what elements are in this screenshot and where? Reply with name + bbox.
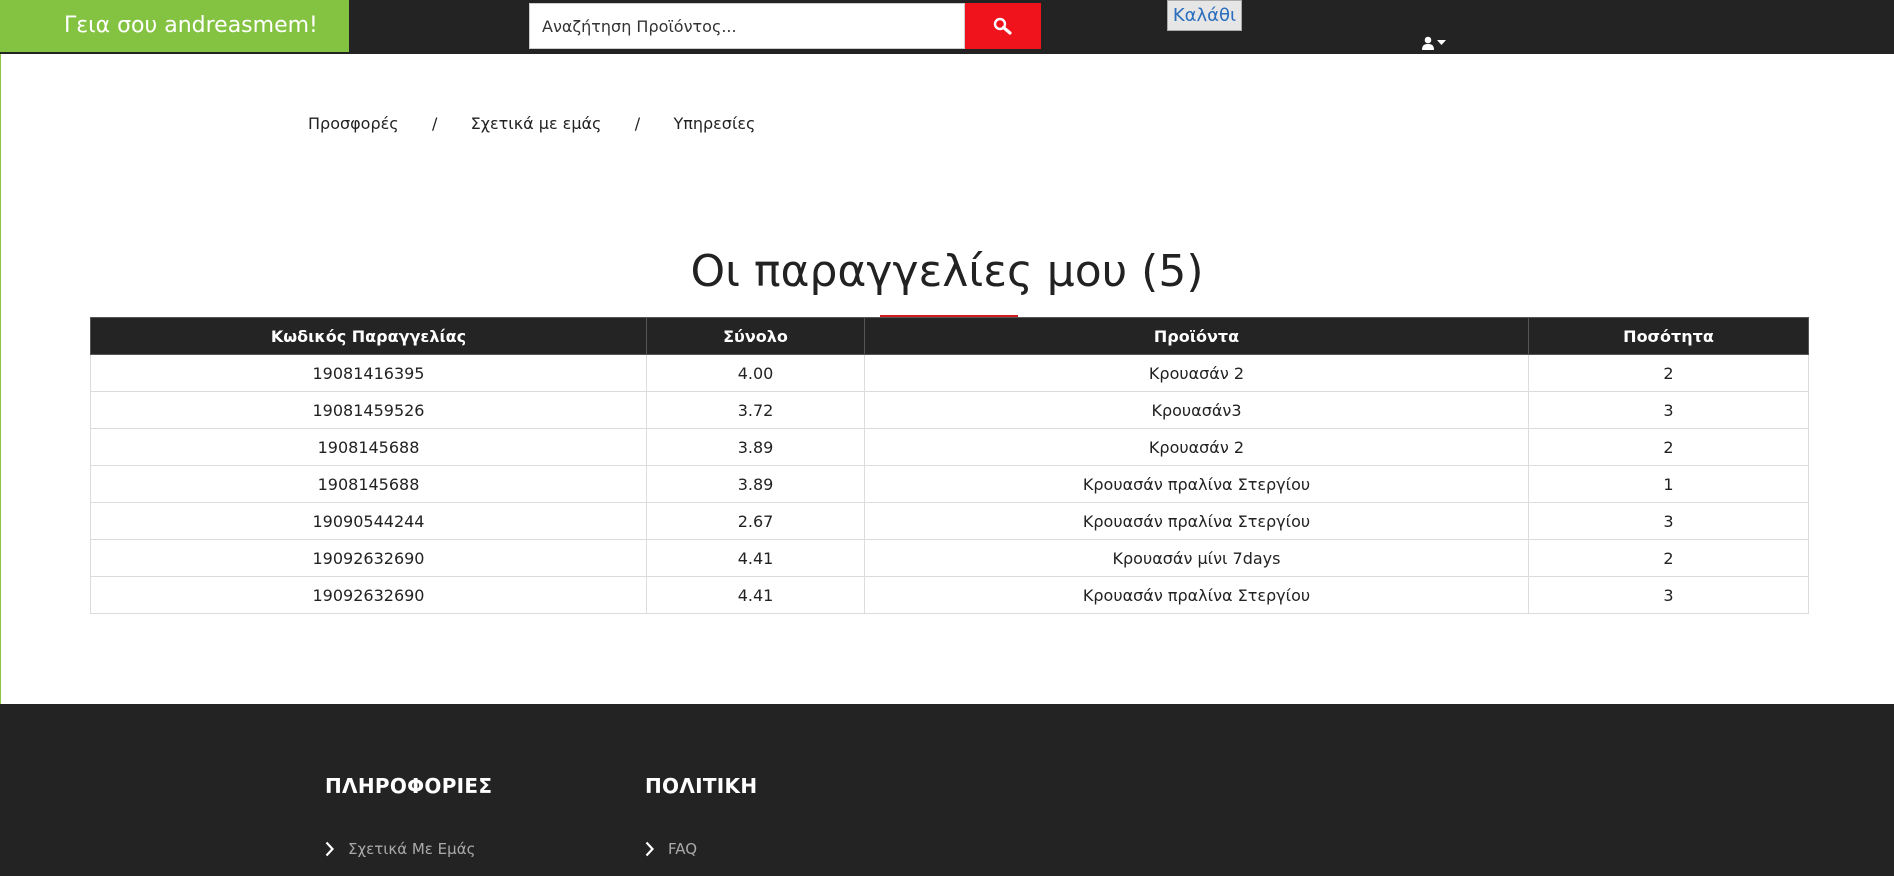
footer-policy-heading: ΠΟΛΙΤΙΚΗ [645,774,758,798]
cart-button[interactable]: Καλάθι [1167,0,1242,31]
user-menu[interactable] [1421,33,1446,53]
table-row: 19092632690 4.41 Κρουασάν μίνι 7days 2 [90,539,1809,577]
top-bar: Γεια σου andreasmem! Καλάθι [0,0,1894,54]
quantity-cell: 2 [1528,539,1809,577]
table-row: 19090544244 2.67 Κρουασάν πραλίνα Στεργί… [90,502,1809,540]
quantity-cell: 2 [1528,428,1809,466]
footer-policy-column: ΠΟΛΙΤΙΚΗ FAQ [645,774,758,858]
total-cell: 3.72 [646,391,865,429]
footer-link-label: FAQ [668,840,698,858]
user-icon [1422,36,1434,50]
total-cell: 3.89 [646,428,865,466]
order-code-cell: 19092632690 [90,576,647,614]
total-cell: 4.41 [646,539,865,577]
column-header-quantity: Ποσότητα [1528,317,1809,355]
products-cell: Κρουασάν πραλίνα Στεργίου [864,465,1529,503]
order-code-cell: 19081459526 [90,391,647,429]
chevron-right-icon [325,841,334,857]
footer-info-heading: ΠΛΗΡΟΦΟΡΙΕΣ [325,774,493,798]
order-code-cell: 19092632690 [90,539,647,577]
order-code-cell: 19090544244 [90,502,647,540]
table-row: 1908145688 3.89 Κρουασάν πραλίνα Στεργίο… [90,465,1809,503]
footer-link-label: Σχετικά Με Εμάς [348,840,476,858]
breadcrumb-about[interactable]: Σχετικά με εμάς [471,114,602,133]
table-row: 19081459526 3.72 Κρουασάν3 3 [90,391,1809,429]
footer-link-about[interactable]: Σχετικά Με Εμάς [325,840,475,858]
greeting-banner: Γεια σου andreasmem! [0,0,349,52]
products-cell: Κρουασάν3 [864,391,1529,429]
page-left-border [0,54,1,704]
breadcrumb-offers[interactable]: Προσφορές [308,114,399,133]
column-header-total: Σύνολο [646,317,865,355]
column-header-products: Προϊόντα [864,317,1529,355]
quantity-cell: 2 [1528,354,1809,392]
breadcrumb-separator: / [634,114,641,133]
quantity-cell: 3 [1528,576,1809,614]
breadcrumb-separator: / [431,114,438,133]
table-row: 19092632690 4.41 Κρουασάν πραλίνα Στεργί… [90,576,1809,614]
breadcrumb-services[interactable]: Υπηρεσίες [673,114,755,133]
products-cell: Κρουασάν πραλίνα Στεργίου [864,502,1529,540]
products-cell: Κρουασάν 2 [864,428,1529,466]
footer-link-faq[interactable]: FAQ [645,840,697,858]
total-cell: 3.89 [646,465,865,503]
page-title: Οι παραγγελίες μου (5) [690,246,1204,297]
total-cell: 2.67 [646,502,865,540]
footer: ΠΛΗΡΟΦΟΡΙΕΣ Σχετικά Με Εμάς ΠΟΛΙΤΙΚΗ FAQ [0,704,1894,876]
breadcrumb: Προσφορές / Σχετικά με εμάς / Υπηρεσίες [308,114,755,133]
order-code-cell: 19081416395 [90,354,647,392]
table-row: 19081416395 4.00 Κρουασάν 2 2 [90,354,1809,392]
quantity-cell: 3 [1528,502,1809,540]
caret-down-icon [1437,40,1446,45]
search-input[interactable] [529,3,965,49]
chevron-right-icon [645,841,654,857]
products-cell: Κρουασάν 2 [864,354,1529,392]
products-cell: Κρουασάν μίνι 7days [864,539,1529,577]
total-cell: 4.00 [646,354,865,392]
footer-info-column: ΠΛΗΡΟΦΟΡΙΕΣ Σχετικά Με Εμάς [325,774,493,858]
order-code-cell: 1908145688 [90,428,647,466]
total-cell: 4.41 [646,576,865,614]
table-header-row: Κωδικός Παραγγελίας Σύνολο Προϊόντα Ποσό… [90,317,1809,355]
products-cell: Κρουασάν πραλίνα Στεργίου [864,576,1529,614]
order-code-cell: 1908145688 [90,465,647,503]
quantity-cell: 1 [1528,465,1809,503]
search-icon [993,17,1012,35]
table-row: 1908145688 3.89 Κρουασάν 2 2 [90,428,1809,466]
search-button[interactable] [965,3,1041,49]
column-header-order-code: Κωδικός Παραγγελίας [90,317,647,355]
quantity-cell: 3 [1528,391,1809,429]
orders-table: Κωδικός Παραγγελίας Σύνολο Προϊόντα Ποσό… [90,317,1809,614]
